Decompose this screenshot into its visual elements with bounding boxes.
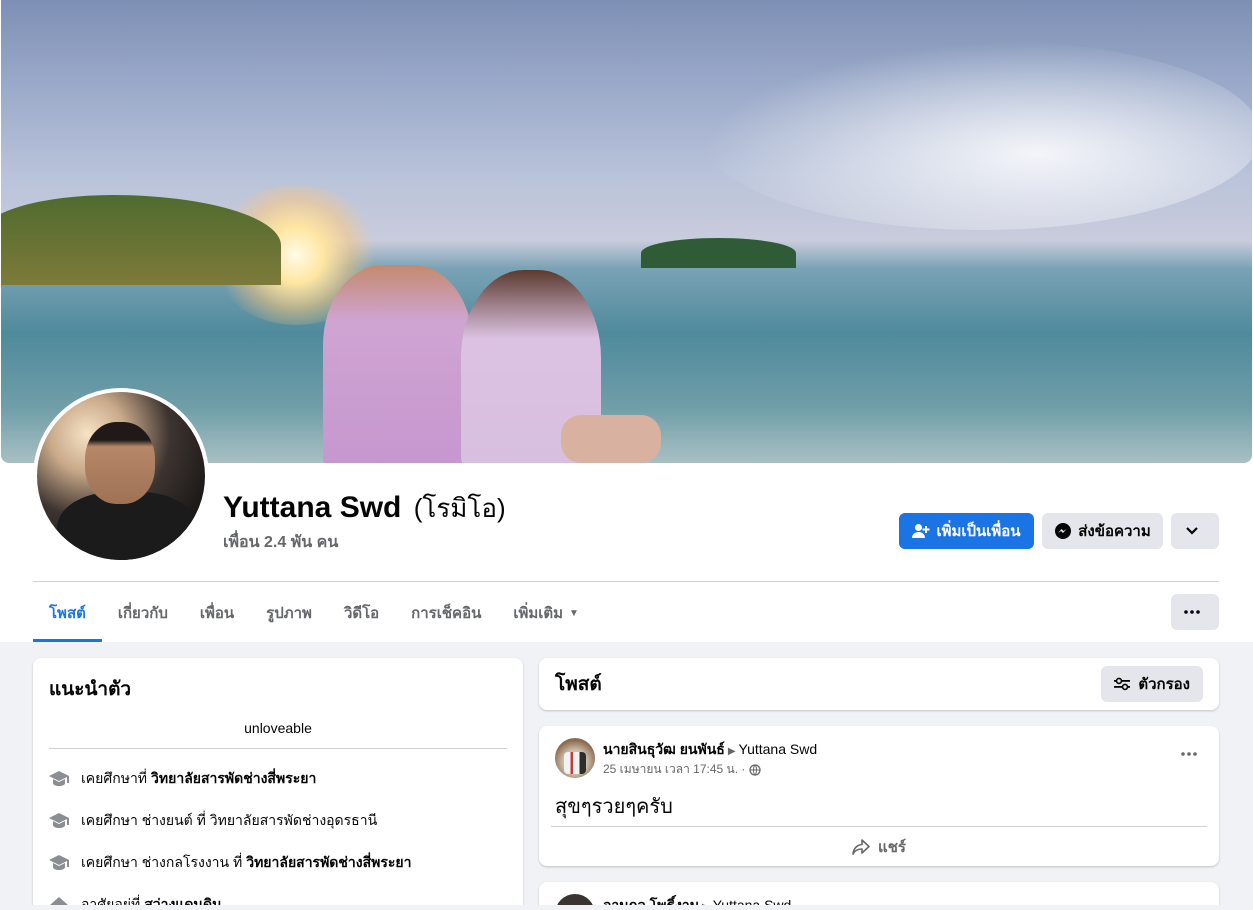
filter-label: ตัวกรอง — [1138, 676, 1190, 693]
triangle-right-icon: ▶ — [727, 746, 736, 757]
graduation-cap-icon — [49, 769, 69, 789]
post-time[interactable]: 25 เมษายน เวลา 17:45 น. · — [603, 760, 745, 779]
add-friend-label: เพิ่มเป็นเพื่อน — [936, 523, 1021, 540]
viewport-bottom-edge — [0, 905, 1253, 910]
posts-header: โพสต์ ตัวกรอง — [539, 658, 1219, 710]
profile-alt-name: (โรมิโอ) — [413, 493, 506, 523]
messenger-icon — [1055, 523, 1072, 539]
tab-photos[interactable]: รูปภาพ — [250, 584, 328, 642]
share-icon — [852, 839, 870, 855]
graduation-cap-icon — [49, 811, 69, 831]
tab-friends[interactable]: เพื่อน — [184, 584, 250, 642]
post-text: สุขๆรวยๆครับ — [555, 796, 673, 818]
post-meta: 25 เมษายน เวลา 17:45 น. · — [603, 760, 762, 779]
post-divider — [551, 826, 1207, 827]
more-dots-icon — [1181, 752, 1197, 756]
profile-tabs: โพสต์ เกี่ยวกับ เพื่อน รูปภาพ วิดีโอ การ… — [33, 584, 595, 642]
posts-title: โพสต์ — [555, 674, 602, 695]
post-author-line: นายสินธุวัฒ ยนพันธ์ ▶ Yuttana Swd — [603, 739, 817, 761]
intro-item: เคยศึกษา ช่างกลโรงงาน ที่ วิทยาลัยสารพัดช… — [49, 851, 507, 875]
header-divider — [33, 581, 1219, 582]
globe-icon — [749, 763, 762, 776]
share-label: แชร์ — [878, 839, 906, 856]
tab-more[interactable]: เพิ่มเติม ▼ — [497, 584, 595, 642]
caret-down-icon: ▼ — [569, 607, 579, 619]
intro-item: เคยศึกษา ช่างยนต์ ที่ วิทยาลัยสารพัดช่าง… — [49, 809, 507, 833]
filter-icon — [1114, 677, 1131, 691]
tab-about[interactable]: เกี่ยวกับ — [102, 584, 184, 642]
filter-button[interactable]: ตัวกรอง — [1101, 666, 1203, 702]
profile-name: Yuttana Swd (โรมิโอ) — [223, 488, 506, 529]
profile-avatar[interactable] — [33, 388, 209, 564]
post-options-button[interactable] — [1175, 744, 1203, 764]
add-friend-button[interactable]: เพิ่มเป็นเพื่อน — [899, 513, 1034, 549]
tabs-more-button[interactable] — [1171, 594, 1219, 630]
chevron-down-icon — [1186, 527, 1198, 535]
tab-checkins[interactable]: การเช็คอิน — [395, 584, 497, 642]
post-target-name[interactable]: Yuttana Swd — [739, 741, 818, 757]
share-button[interactable]: แชร์ — [539, 830, 1219, 864]
message-button[interactable]: ส่งข้อความ — [1042, 513, 1163, 549]
profile-options-button[interactable] — [1171, 513, 1219, 549]
graduation-cap-icon — [49, 853, 69, 873]
post-author-avatar[interactable] — [555, 738, 595, 778]
profile-name-text: Yuttana Swd — [223, 491, 402, 524]
cover-photo[interactable] — [1, 0, 1252, 463]
add-friend-icon — [912, 524, 930, 538]
intro-title: แนะนำตัว — [49, 679, 132, 700]
intro-bio: unloveable — [49, 720, 507, 749]
intro-item: เคยศึกษาที่ วิทยาลัยสารพัดช่างสี่พระยา — [49, 767, 507, 791]
tab-posts[interactable]: โพสต์ — [33, 584, 102, 642]
intro-card: แนะนำตัว unloveable เคยศึกษาที่ วิทยาลัยส… — [33, 658, 523, 910]
post-card: นายสินธุวัฒ ยนพันธ์ ▶ Yuttana Swd 25 เมษาย… — [539, 726, 1219, 866]
friends-count[interactable]: เพื่อน 2.4 พัน คน — [223, 530, 338, 555]
tab-videos[interactable]: วิดีโอ — [328, 584, 395, 642]
message-label: ส่งข้อความ — [1078, 523, 1151, 540]
more-dots-icon — [1184, 610, 1200, 614]
profile-header: Yuttana Swd (โรมิโอ) เพื่อน 2.4 พัน คน เ… — [0, 0, 1253, 642]
post-author-name[interactable]: นายสินธุวัฒ ยนพันธ์ — [603, 741, 725, 757]
